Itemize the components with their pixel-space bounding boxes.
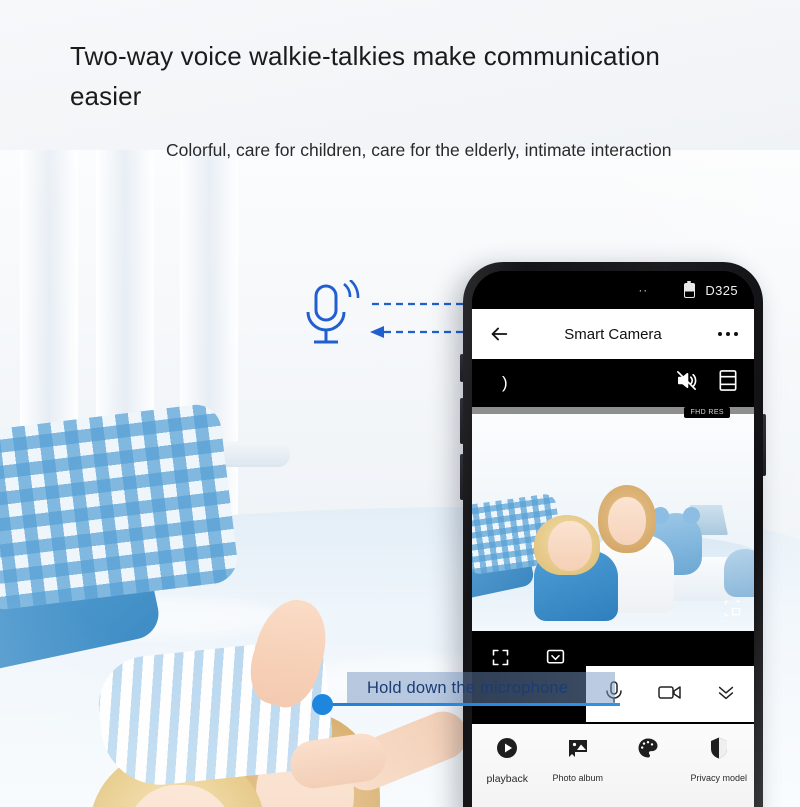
resolution-badge[interactable]: FHD RES (684, 407, 730, 418)
palette-icon (636, 736, 660, 765)
phone-screen: ·· D325 Smart Camera) FHD RES playback … (472, 271, 754, 807)
app-title-bar: Smart Camera (472, 309, 754, 359)
page-title: Smart Camera (564, 325, 662, 343)
nav-item-privacy-model[interactable]: Privacy model (684, 736, 755, 783)
page-subheadline: Colorful, care for children, care for th… (166, 140, 672, 160)
play-circle-icon (495, 736, 519, 765)
status-bar: ·· D325 (472, 271, 754, 309)
sd-card-icon[interactable] (718, 369, 738, 397)
nav-item-playback[interactable]: playback (472, 736, 543, 785)
bear-ear (683, 507, 700, 524)
speaker-muted-icon[interactable] (675, 369, 698, 397)
two-way-audio-diagram (300, 278, 490, 360)
sub-toolbar-actions (675, 369, 738, 397)
tooltip-anchor-dot (312, 694, 333, 715)
picture-in-picture-icon[interactable] (723, 599, 742, 623)
nav-label-photo-album: Photo album (552, 773, 604, 783)
marketing-page: Two-way voice walkie-talkies make commun… (0, 0, 800, 807)
snapshot-icon[interactable] (545, 647, 566, 673)
app-bottom-nav: playback Photo album Privacy model (472, 724, 754, 807)
smartphone-mockup: ·· D325 Smart Camera) FHD RES playback … (460, 262, 766, 807)
tooltip-text: Hold down the microphone (367, 678, 569, 697)
signal-marker: ) (502, 373, 508, 392)
page-headline: Two-way voice walkie-talkies make commun… (70, 41, 660, 111)
tooltip-pointer-line (320, 703, 620, 706)
nav-item-photo-album[interactable]: Photo album (543, 736, 614, 783)
photo-album-icon (566, 736, 590, 765)
nav-item-palette[interactable] (613, 736, 684, 773)
diagram-svg (306, 278, 480, 344)
chevron-double-down-icon[interactable] (714, 681, 738, 708)
tooltip-callout: Hold down the microphone (347, 672, 615, 704)
camera-sub-toolbar: ) FHD RES (472, 359, 754, 418)
live-video-feed[interactable] (472, 407, 754, 631)
microphone-icon (306, 278, 360, 344)
video-teddy-bear-2 (724, 549, 754, 597)
status-label: D325 (705, 282, 738, 298)
phone-body: ·· D325 Smart Camera) FHD RES playback … (463, 262, 763, 807)
video-scene (472, 407, 754, 631)
video-camera-icon[interactable] (657, 680, 683, 709)
fullscreen-icon[interactable] (490, 647, 511, 673)
nav-label-playback: playback (486, 773, 528, 785)
battery-icon (684, 280, 696, 298)
video-girl-face (608, 497, 646, 545)
nav-label-privacy-model: Privacy model (690, 773, 748, 783)
video-boy-face (548, 521, 592, 571)
privacy-shield-icon (708, 736, 730, 765)
status-dots: ·· (638, 283, 649, 297)
